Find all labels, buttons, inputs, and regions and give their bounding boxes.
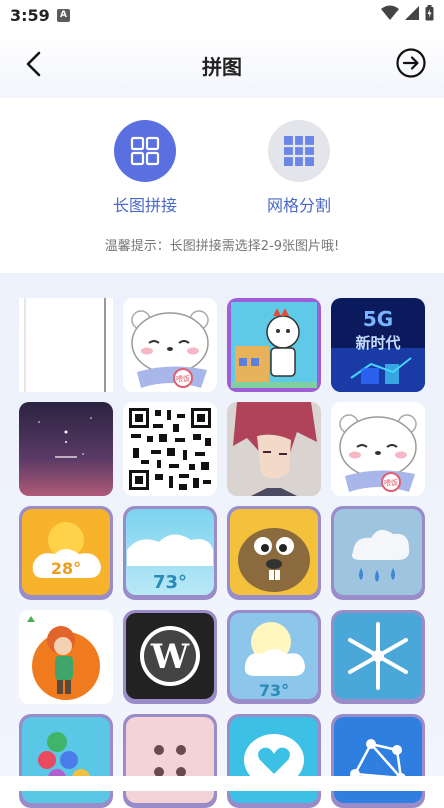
mode-grid-split-label: 网格分割	[266, 196, 331, 215]
photo-tile[interactable]	[19, 714, 113, 808]
mode-selector: 长图拼接 网格分割 温馨提示：长图拼接需选择2-9张图片哦!	[0, 98, 444, 273]
cloudy-weather-icon-photo: 73°	[123, 506, 217, 600]
bubble-game-icon-photo	[19, 714, 113, 808]
svg-text:新时代: 新时代	[355, 334, 400, 352]
page-title: 拼图	[202, 55, 242, 79]
photo-tile[interactable]	[227, 402, 321, 496]
mode-long-image-circle	[114, 120, 176, 182]
wordpress-icon-photo: W	[123, 610, 217, 704]
photo-tile[interactable]	[227, 506, 321, 600]
photo-tile[interactable]: 喂饭	[123, 298, 217, 392]
dice-icon-photo	[123, 714, 217, 808]
photo-tile[interactable]: 73°	[227, 610, 321, 704]
mode-grid-split[interactable]: 网格分割	[249, 120, 349, 216]
photo-tile[interactable]	[123, 714, 217, 808]
network-icon-photo	[331, 714, 425, 808]
sunny-weather-icon-photo: 28°	[19, 506, 113, 600]
blank-white-photo	[19, 298, 113, 392]
photo-tile[interactable]: 28°	[19, 506, 113, 600]
mode-long-image[interactable]: 长图拼接	[95, 120, 195, 216]
hint-text: 温馨提示：长图拼接需选择2-9张图片哦!	[104, 239, 340, 254]
photo-tile[interactable]	[19, 402, 113, 496]
photo-tile[interactable]: 73°	[123, 506, 217, 600]
qr-code-photo	[123, 402, 217, 496]
status-icons	[381, 5, 434, 21]
mode-long-image-label: 长图拼接	[112, 196, 177, 215]
bottom-edge	[0, 776, 444, 791]
svg-text:W: W	[150, 637, 190, 677]
heart-chat-icon-photo	[227, 714, 321, 808]
rain-cloud-icon-photo	[331, 506, 425, 600]
svg-text:28°: 28°	[51, 559, 81, 578]
photo-tile[interactable]	[123, 402, 217, 496]
svg-text:5G: 5G	[363, 307, 393, 331]
5g-era-photo: 5G 新时代	[331, 298, 425, 392]
svg-text:73°: 73°	[259, 681, 289, 700]
polar-bear-sticker-photo-2: 喂饭	[331, 402, 425, 496]
status-time: 3:59	[10, 6, 50, 25]
beaver-game-icon-photo	[227, 506, 321, 600]
svg-text:喂饭: 喂饭	[384, 478, 398, 487]
photo-tile[interactable]	[227, 714, 321, 808]
night-sky-album-photo	[19, 402, 113, 496]
photo-tile[interactable]	[19, 610, 113, 704]
photo-tile[interactable]: 5G 新时代	[331, 298, 425, 392]
anime-boy-photo	[227, 402, 321, 496]
next-button[interactable]	[394, 46, 428, 80]
battery-icon	[425, 5, 434, 21]
photo-tile[interactable]: W	[123, 610, 217, 704]
header: 拼图	[0, 32, 444, 98]
notification-icon: A	[57, 9, 70, 22]
mode-grid-split-circle	[268, 120, 330, 182]
wifi-icon	[381, 5, 399, 20]
grid-3x3-icon	[284, 136, 314, 166]
photo-grid-section: 喂饭 5G 新时代 喂饭 28° 73° W 73°	[0, 273, 444, 808]
grid-2x2-icon	[130, 136, 160, 166]
polar-bear-sticker-photo: 喂饭	[123, 298, 217, 392]
cartoon-robot-photo	[227, 298, 321, 392]
partly-cloudy-icon-photo: 73°	[227, 610, 321, 704]
photo-tile[interactable]	[331, 506, 425, 600]
photo-tile[interactable]: 喂饭	[331, 402, 425, 496]
photo-tile[interactable]	[331, 610, 425, 704]
snowflake-icon-photo	[331, 610, 425, 704]
photo-grid: 喂饭 5G 新时代 喂饭 28° 73° W 73°	[19, 298, 427, 808]
photo-tile[interactable]	[19, 298, 113, 392]
arrow-right-circle-icon	[396, 48, 426, 78]
signal-icon	[405, 6, 419, 20]
photo-tile[interactable]	[227, 298, 321, 392]
autumn-boy-photo	[19, 610, 113, 704]
status-bar: 3:59 A	[0, 0, 444, 32]
svg-text:喂饭: 喂饭	[176, 374, 190, 383]
photo-tile[interactable]	[331, 714, 425, 808]
svg-text:73°: 73°	[153, 572, 187, 593]
